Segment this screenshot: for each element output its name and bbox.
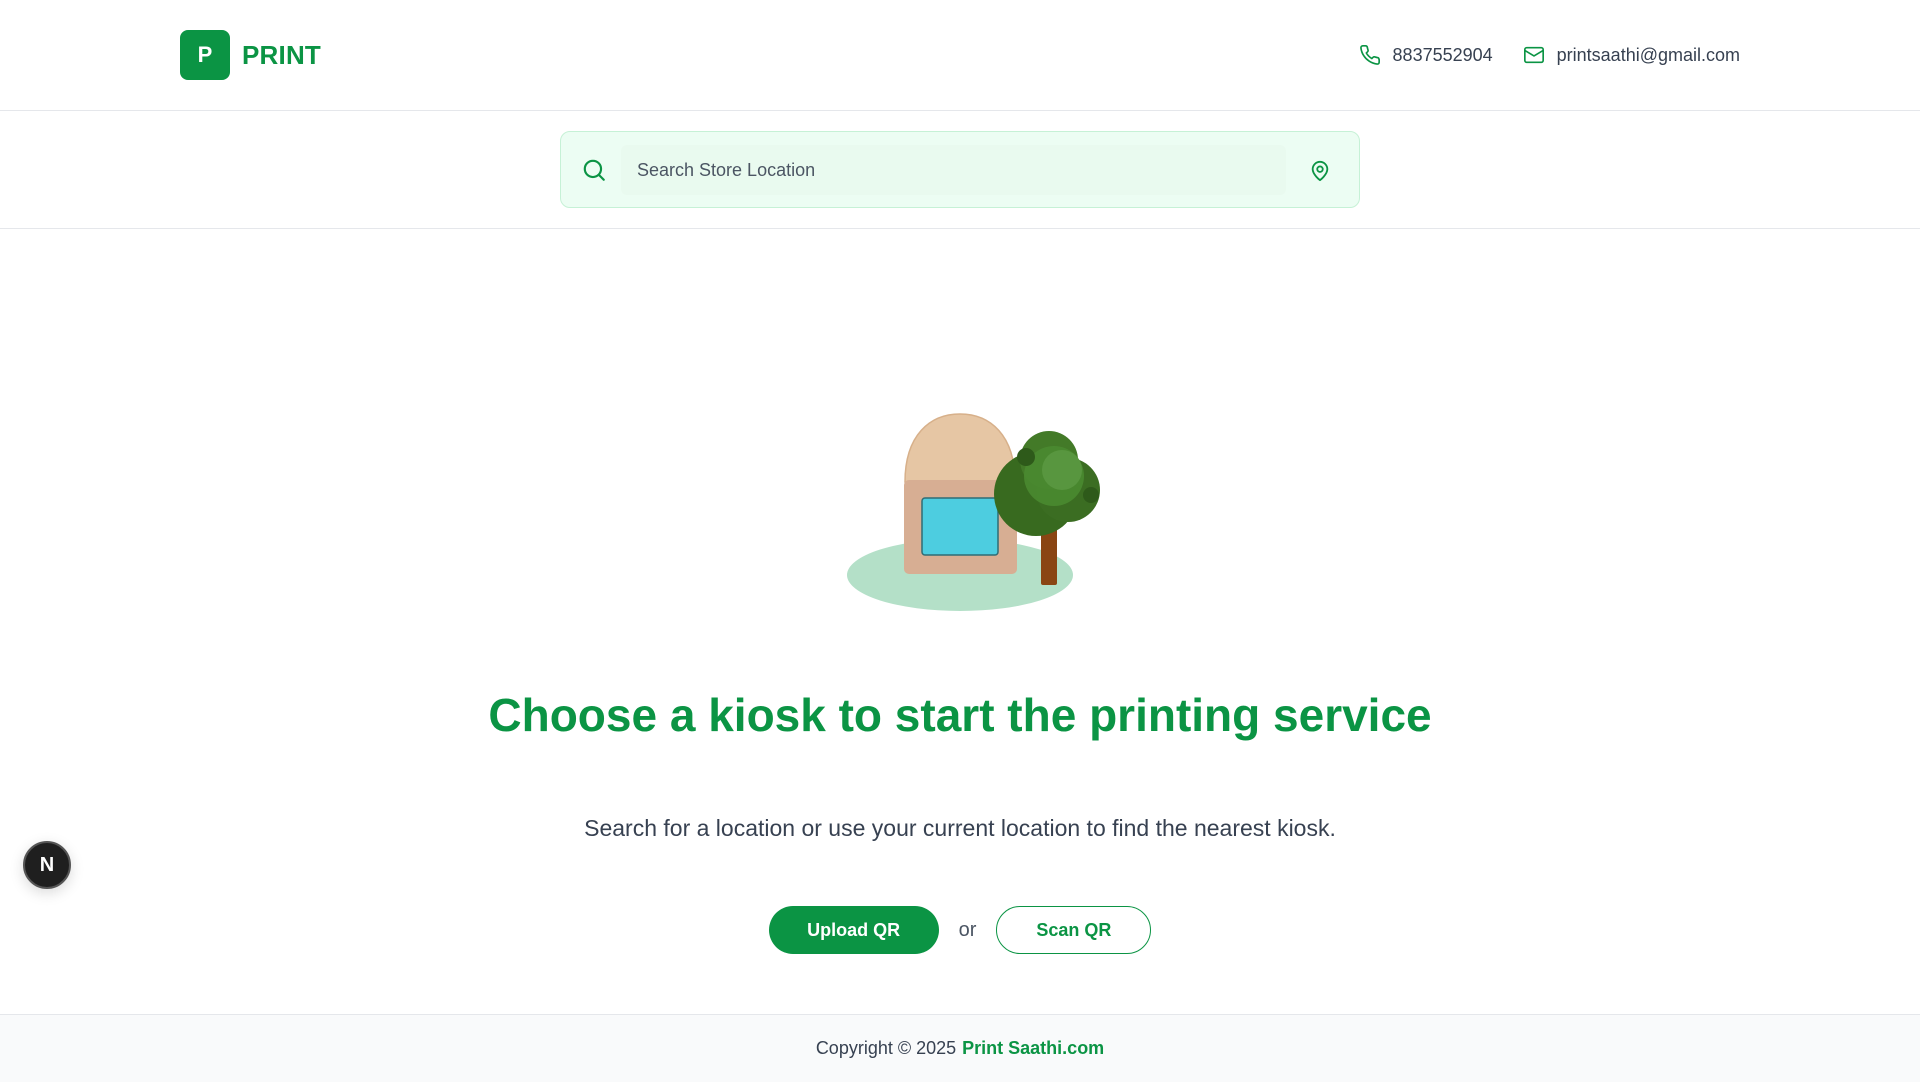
page: P PRINT 8837552904 printsaathi@gmail.com (0, 0, 1920, 1082)
scan-qr-button[interactable]: Scan QR (996, 906, 1152, 954)
search-bar (560, 131, 1360, 208)
site-link[interactable]: Print Saathi.com (962, 1038, 1104, 1059)
phone-icon (1359, 45, 1380, 65)
logo: P (180, 30, 230, 80)
copyright-text: Copyright © 2025 (815, 1038, 957, 1058)
search-input[interactable] (621, 145, 1286, 195)
or-separator: or (958, 918, 977, 941)
mail-icon (1523, 46, 1544, 64)
email-address: printsaathi@gmail.com (1556, 44, 1740, 65)
header: P PRINT 8837552904 printsaathi@gmail.com (0, 0, 1920, 111)
kiosk-illustration (847, 413, 1100, 611)
kiosk-dome (904, 413, 1016, 483)
page-title: Choose a kiosk to start the printing ser… (488, 689, 1432, 741)
phone-contact[interactable]: 8837552904 (1359, 44, 1493, 66)
kiosk-screen (921, 497, 999, 556)
contact-info: 8837552904 printsaathi@gmail.com (1359, 44, 1740, 66)
qr-actions: Upload QR or Scan QR (0, 906, 1920, 954)
footer: Copyright © 2025 Print Saathi.com (0, 1014, 1920, 1082)
email-contact[interactable]: printsaathi@gmail.com (1523, 44, 1740, 66)
next-dev-badge[interactable]: N (23, 841, 71, 889)
search-section (0, 111, 1920, 229)
brand[interactable]: P PRINT (180, 30, 321, 80)
page-subtitle: Search for a location or use your curren… (584, 815, 1336, 841)
search-icon (583, 159, 605, 181)
phone-number: 8837552904 (1392, 44, 1493, 65)
upload-qr-button[interactable]: Upload QR (768, 906, 939, 954)
map-pin-icon[interactable] (1309, 159, 1331, 183)
brand-name: PRINT (242, 39, 321, 70)
